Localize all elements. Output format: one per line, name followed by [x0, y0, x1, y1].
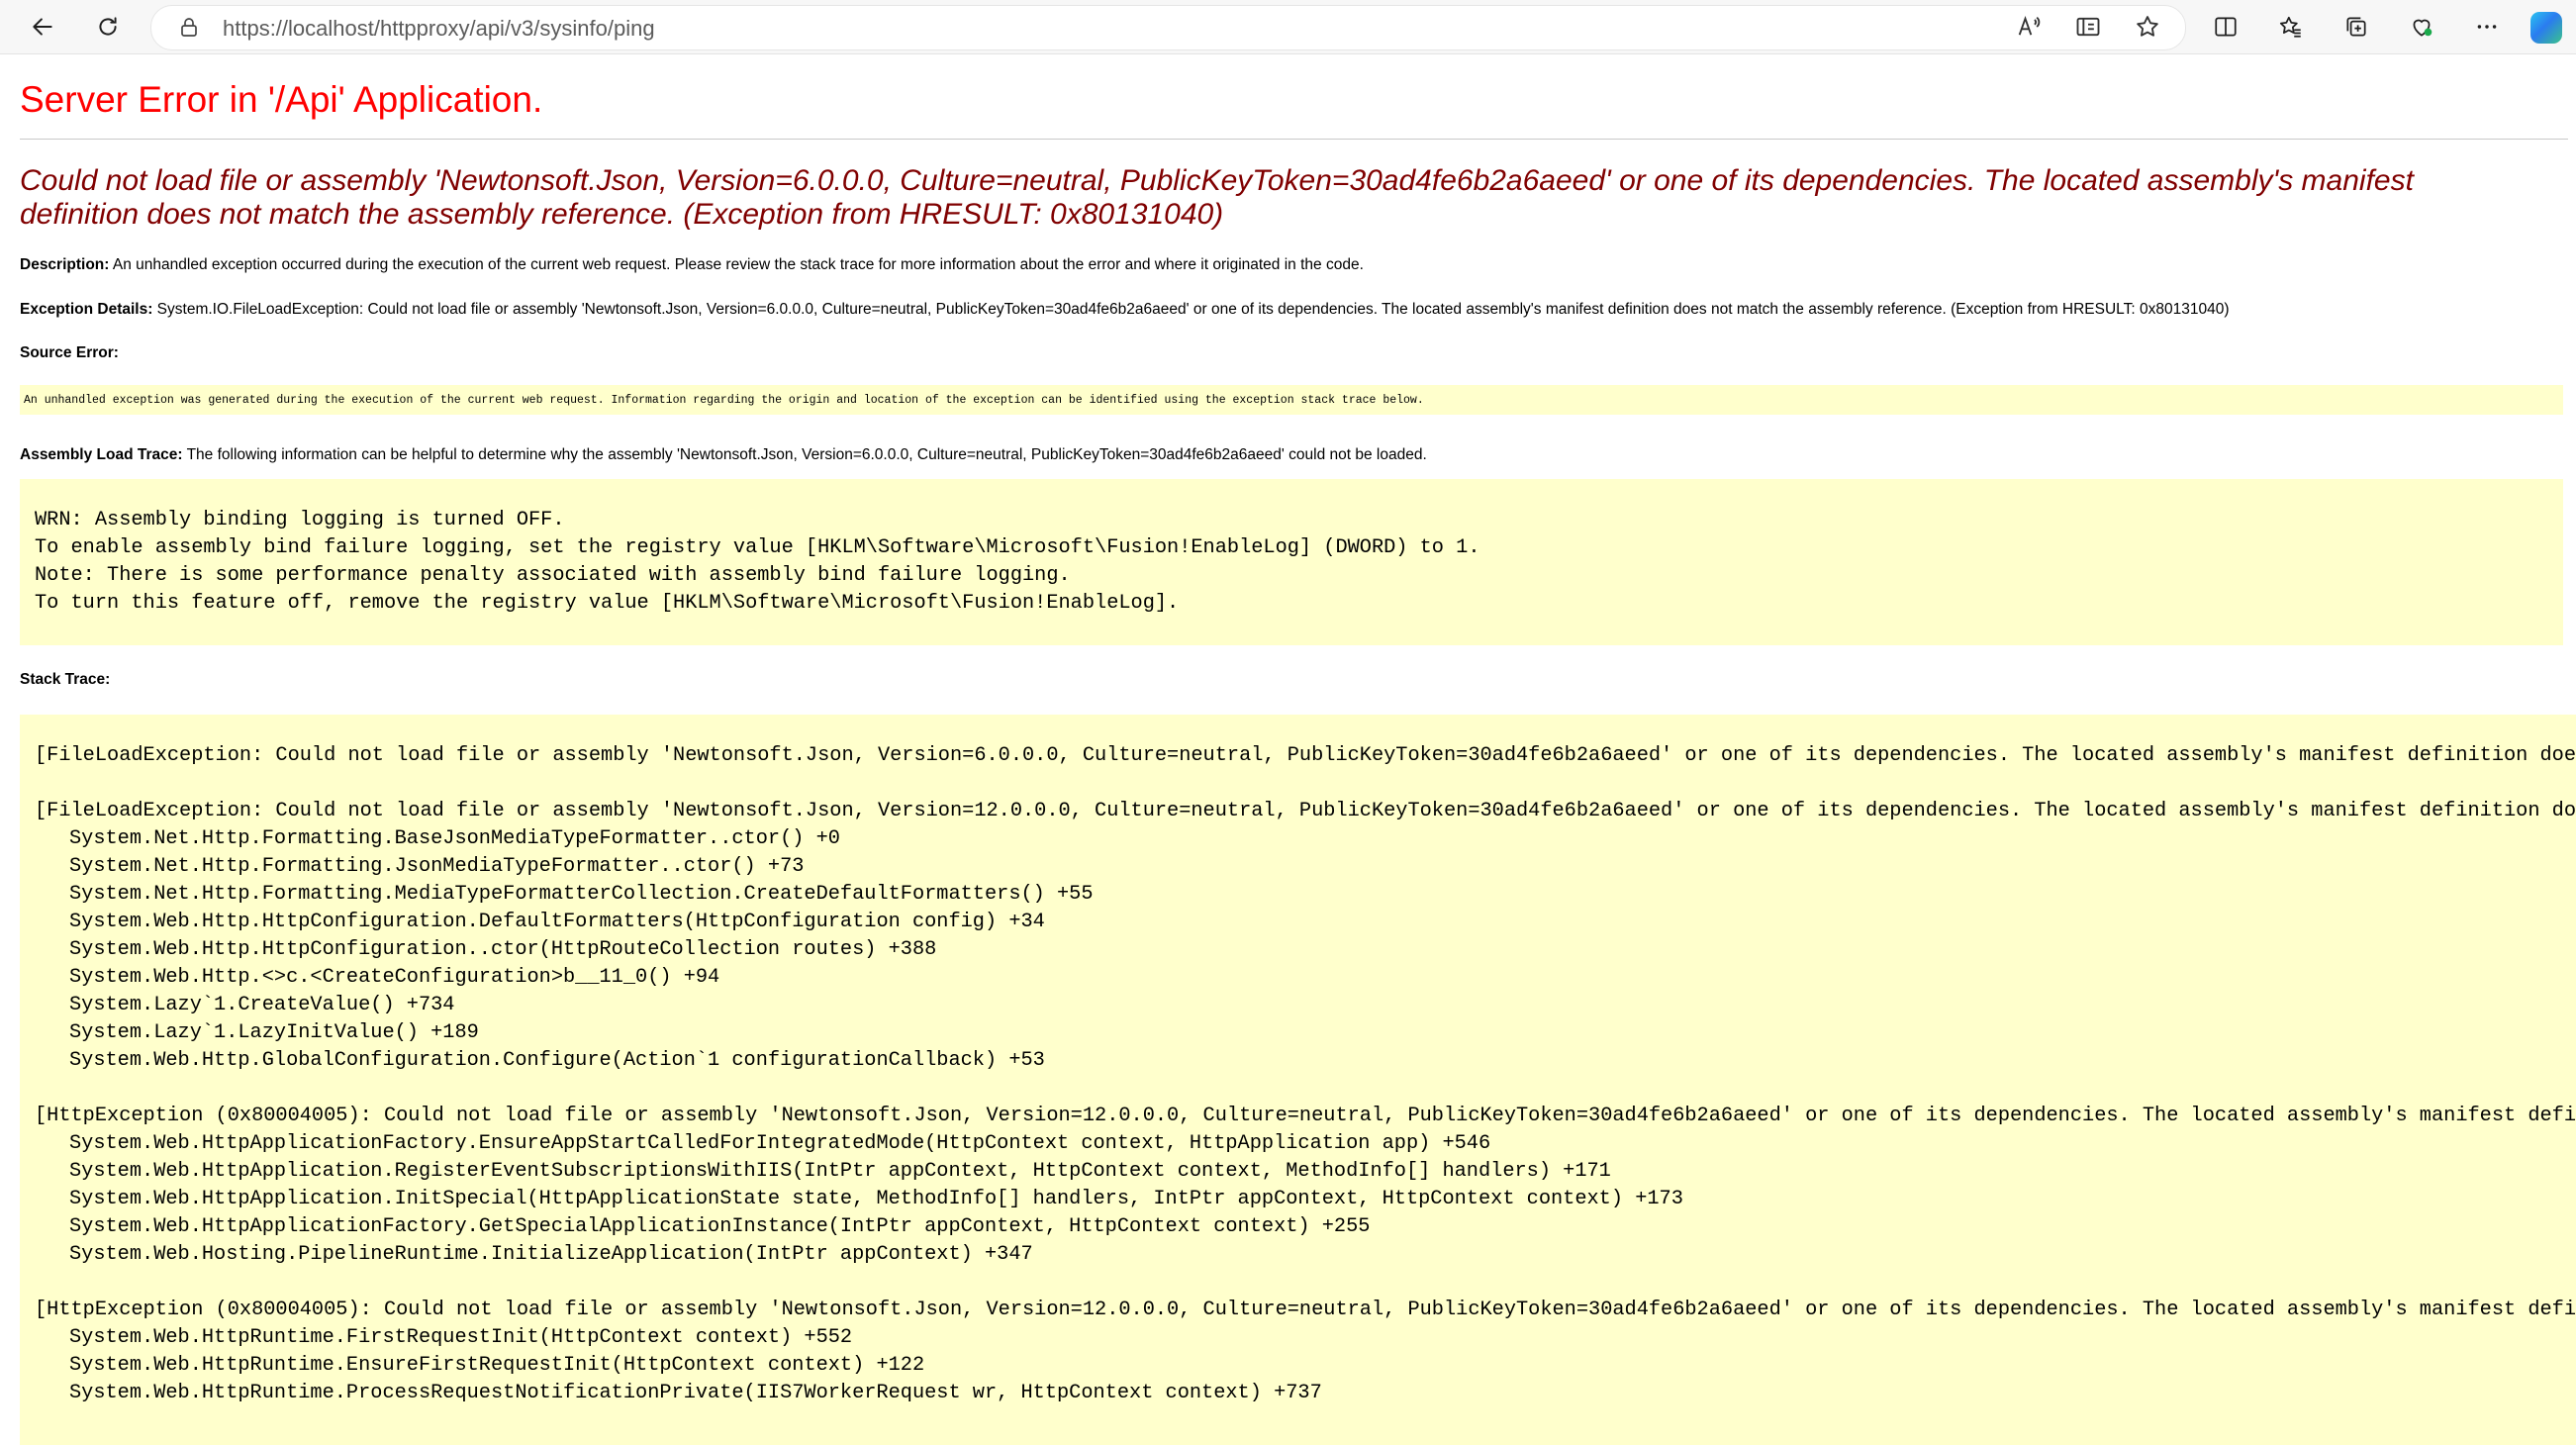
favorites-icon[interactable] [2272, 8, 2310, 46]
collections-icon[interactable] [2337, 8, 2375, 46]
stack-frame-line: System.Web.HttpRuntime.ProcessRequestNot… [69, 1382, 1322, 1404]
stack-frame-line: System.Web.HttpRuntime.EnsureFirstReques… [69, 1354, 925, 1377]
source-error-label: Source Error: [20, 344, 119, 361]
error-message: Could not load file or assembly 'Newtons… [20, 164, 2414, 231]
stack-trace-label: Stack Trace: [20, 671, 111, 688]
stack-trace: Stack Trace: [20, 671, 110, 689]
stack-exception-line: [HttpException (0x80004005): Could not l… [35, 1299, 2576, 1321]
back-arrow-icon[interactable] [24, 8, 61, 46]
load-trace-line: Note: There is some performance penalty … [35, 564, 1071, 587]
refresh-icon[interactable] [89, 8, 127, 46]
source-error-box: An unhandled exception was generated dur… [20, 385, 2563, 415]
stack-frame-line: System.Lazy`1.LazyInitValue() +189 [69, 1021, 479, 1044]
stack-frame-line: System.Lazy`1.CreateValue() +734 [69, 994, 455, 1016]
assembly-load-trace-label: Assembly Load Trace: [20, 446, 183, 463]
load-trace-line [20, 479, 2563, 507]
stack-exception-line: [HttpException (0x80004005): Could not l… [35, 1105, 2576, 1127]
assembly-load-trace-text: The following information can be helpful… [182, 446, 1427, 463]
stack-frame-line: System.Web.Http.HttpConfiguration.Defaul… [69, 911, 1045, 933]
lock-icon[interactable] [177, 16, 201, 40]
stack-frame-line: System.Net.Http.Formatting.JsonMediaType… [69, 855, 805, 878]
load-trace-line: WRN: Assembly binding logging is turned … [35, 509, 565, 531]
load-trace-line: To turn this feature off, remove the reg… [35, 592, 1180, 615]
exception-details-label: Exception Details: [20, 301, 153, 318]
address-bar[interactable]: https://localhost/httpproxy/api/v3/sysin… [150, 5, 2186, 50]
read-aloud-icon[interactable] [2015, 13, 2045, 43]
page-title: Server Error in '/Api' Application. [20, 79, 543, 120]
immersive-reader-icon[interactable] [2074, 13, 2104, 43]
stack-exception-line [20, 1269, 2576, 1297]
assembly-load-trace: Assembly Load Trace: The following infor… [20, 446, 1427, 464]
favorite-star-icon[interactable] [2134, 13, 2163, 43]
exception-details: Exception Details: System.IO.FileLoadExc… [20, 301, 2230, 319]
stack-exception-line [20, 715, 2576, 742]
stack-exception-line [20, 1075, 2576, 1103]
load-trace-line: To enable assembly bind failure logging,… [35, 536, 1480, 559]
stack-frame-line: System.Web.HttpApplicationFactory.GetSpe… [69, 1215, 1371, 1238]
stack-frame-line: System.Web.HttpApplication.RegisterEvent… [69, 1160, 1611, 1183]
description-label: Description: [20, 256, 110, 273]
browser-essentials-icon[interactable] [2403, 8, 2440, 46]
source-error: Source Error: [20, 344, 119, 362]
stack-exception-line: [FileLoadException: Could not load file … [35, 744, 2576, 767]
stack-frame-line: System.Net.Http.Formatting.BaseJsonMedia… [69, 827, 840, 850]
browser-toolbar: https://localhost/httpproxy/api/v3/sysin… [0, 0, 2576, 54]
stack-frame-line: System.Web.HttpRuntime.FirstRequestInit(… [69, 1326, 853, 1349]
load-trace-line [20, 618, 2563, 645]
exception-details-text: System.IO.FileLoadException: Could not l… [152, 301, 2230, 318]
stack-frame-line: System.Web.Http.HttpConfiguration..ctor(… [69, 938, 937, 961]
divider [20, 139, 2568, 140]
description: Description: An unhandled exception occu… [20, 256, 1364, 274]
stack-exception-line: [FileLoadException: Could not load file … [35, 800, 2576, 822]
split-screen-icon[interactable] [2207, 8, 2244, 46]
stack-frame-line: System.Web.HttpApplication.InitSpecial(H… [69, 1188, 1683, 1210]
copilot-icon[interactable] [2530, 12, 2562, 44]
url-text[interactable]: https://localhost/httpproxy/api/v3/sysin… [223, 16, 655, 42]
stack-frame-line: System.Web.Http.GlobalConfiguration.Conf… [69, 1049, 1045, 1072]
assembly-load-trace-box: WRN: Assembly binding logging is turned … [20, 479, 2563, 645]
source-error-text: An unhandled exception was generated dur… [24, 394, 1424, 407]
more-icon[interactable] [2468, 8, 2506, 46]
stack-frame-line: System.Net.Http.Formatting.MediaTypeForm… [69, 883, 1094, 906]
stack-frame-line: System.Web.HttpApplicationFactory.Ensure… [69, 1132, 1491, 1155]
stack-exception-line [20, 770, 2576, 798]
stack-frame-line: System.Web.Hosting.PipelineRuntime.Initi… [69, 1243, 1033, 1266]
description-text: An unhandled exception occurred during t… [109, 256, 1364, 273]
stack-trace-box[interactable]: [FileLoadException: Could not load file … [20, 715, 2576, 1445]
stack-frame-line: System.Web.Http.<>c.<CreateConfiguration… [69, 966, 720, 989]
